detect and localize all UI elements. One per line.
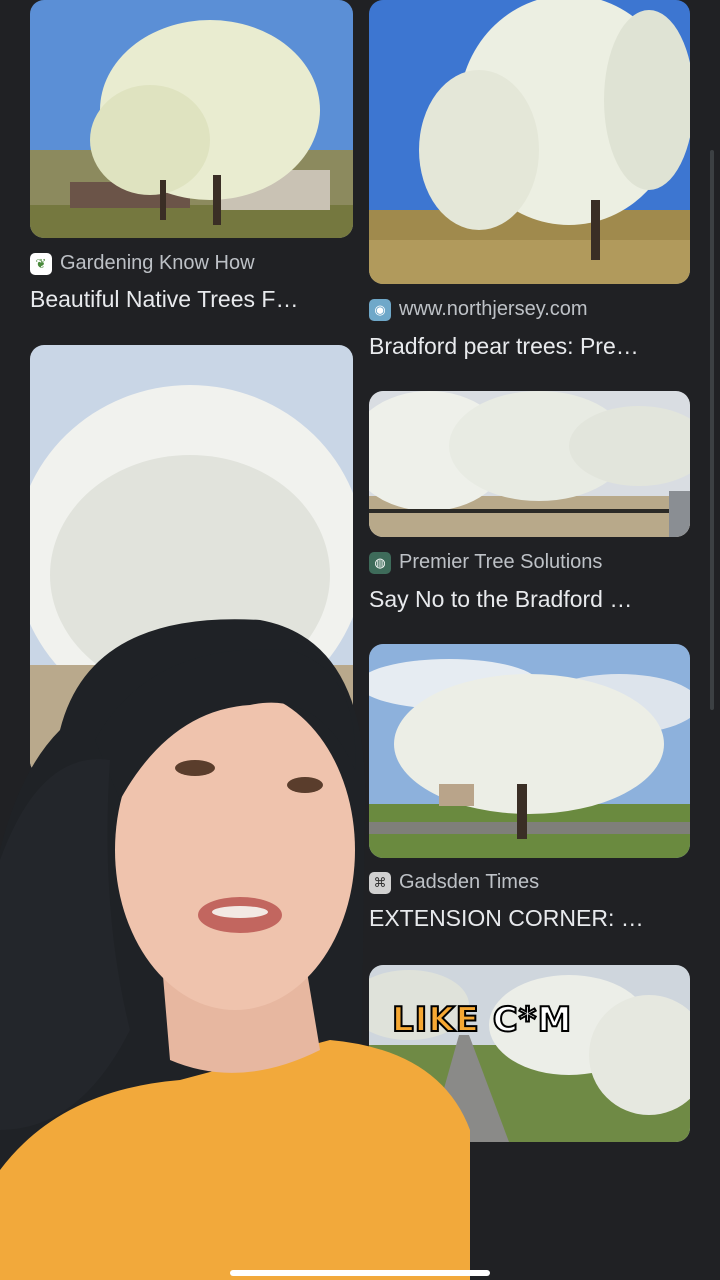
result-image-tree-row[interactable] bbox=[369, 391, 690, 537]
leaf-icon: ❦ bbox=[30, 252, 52, 275]
like-comment-sticker: LIKE C*M bbox=[391, 999, 573, 1041]
result-source[interactable]: Premier Tree Solutions bbox=[399, 551, 602, 574]
result-source[interactable]: Gardening Know How bbox=[60, 252, 255, 275]
result-title[interactable]: Bradford pear trees: Pre… bbox=[369, 333, 690, 360]
result-title[interactable]: Beautiful Native Trees F… bbox=[30, 286, 353, 313]
tree-logo-icon: ◍ bbox=[369, 551, 391, 574]
scrollbar[interactable] bbox=[710, 150, 714, 710]
globe-icon: ◉ bbox=[369, 298, 391, 321]
result-title[interactable]: Say No to the Bradford … bbox=[369, 586, 690, 613]
sticker-word-comment: C*M bbox=[492, 999, 573, 1041]
result-source[interactable]: www.northjersey.com bbox=[399, 298, 588, 321]
result-image-bradford-pear[interactable] bbox=[369, 0, 690, 284]
presenter-video-overlay bbox=[0, 610, 470, 1280]
sticker-word-like: LIKE bbox=[391, 999, 480, 1041]
home-indicator[interactable] bbox=[230, 1270, 490, 1276]
result-image-native-trees[interactable] bbox=[30, 0, 353, 238]
